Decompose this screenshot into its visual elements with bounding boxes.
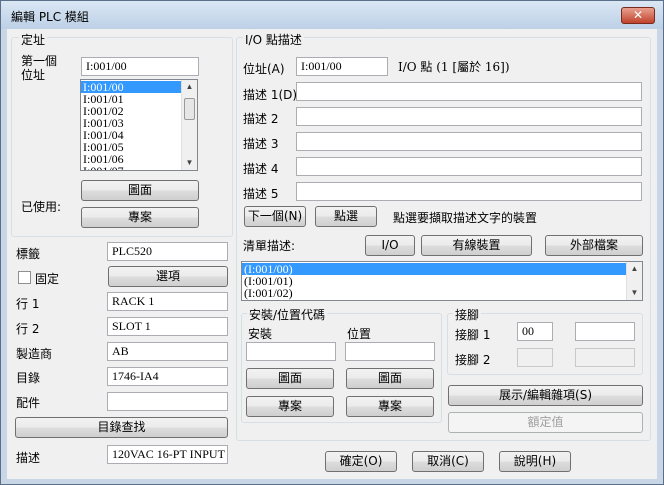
list-item[interactable]: (I:001/00) [242, 263, 642, 275]
desc5-label: 描述 5 [243, 187, 279, 201]
address-listbox[interactable]: I:001/00 I:001/01 I:001/02 I:001/03 I:001/04… [80, 79, 198, 171]
description-label: 描述 [16, 451, 41, 465]
next-button[interactable]: 下一個(N) [244, 206, 306, 227]
accessory-label: 配件 [16, 396, 41, 410]
external-file-button[interactable]: 外部檔案 [545, 235, 643, 256]
install-label: 安裝 [248, 327, 273, 341]
tag-field[interactable]: PLC520 [107, 242, 228, 261]
window-title: 編輯 PLC 模組 [11, 10, 89, 24]
location-project-button[interactable]: 專案 [346, 396, 434, 417]
row1-label: 行 1 [16, 297, 40, 311]
pick-hint: 點選要擷取描述文字的裝置 [393, 211, 538, 225]
desc3-label: 描述 3 [243, 137, 279, 151]
cancel-button[interactable]: 取消(C) [412, 451, 484, 472]
manufacturer-field[interactable]: AB [107, 342, 228, 361]
pin2-extra-field [575, 348, 635, 367]
list-description-label: 清單描述: [243, 239, 296, 253]
address-group-title: 定址 [19, 31, 48, 48]
list-item[interactable]: (I:001/02) [242, 287, 642, 299]
accessory-field[interactable] [107, 392, 228, 411]
pick-button[interactable]: 點選 [315, 206, 377, 227]
title-bar: 編輯 PLC 模組 ✕ [1, 1, 663, 29]
row1-field[interactable]: RACK 1 [107, 292, 228, 311]
catalog-field[interactable]: 1746-IA4 [107, 367, 228, 386]
desc3-field[interactable] [296, 132, 642, 151]
pin2-field [517, 348, 553, 367]
scroll-up-icon[interactable]: ▲ [182, 80, 197, 94]
install-drawing-button[interactable]: 圖面 [246, 368, 334, 389]
desc2-field[interactable] [296, 107, 642, 126]
pin1-label: 接腳 1 [455, 328, 491, 342]
wired-device-button[interactable]: 有線裝置 [421, 235, 532, 256]
list-item[interactable]: I:001/07 [81, 165, 197, 170]
location-field[interactable] [345, 342, 435, 361]
io-address-field[interactable]: I:001/00 [296, 57, 388, 76]
scroll-down-icon[interactable]: ▼ [627, 286, 642, 300]
io-description-listbox[interactable]: (I:001/00) (I:001/01) (I:001/02) ▲ ▼ [241, 261, 643, 301]
io-address-label: 位址(A) [243, 62, 285, 76]
dialog-window: 編輯 PLC 模組 ✕ 定址 第一個 位址 I:001/00 I:001/00 I… [0, 0, 664, 485]
used-label: 已使用: [21, 200, 62, 214]
row2-label: 行 2 [16, 322, 40, 336]
misc-edit-button[interactable]: 展示/編輯雜項(S) [448, 385, 643, 406]
catalog-lookup-button[interactable]: 目錄查找 [15, 417, 228, 438]
close-button[interactable]: ✕ [621, 7, 655, 24]
rating-button: 額定值 [448, 412, 643, 433]
location-label: 位置 [347, 327, 372, 341]
io-point-group-title: I/O 點描述 [243, 31, 304, 48]
io-button[interactable]: I/O [365, 235, 415, 256]
install-location-group-title: 安裝/位置代碼 [247, 306, 328, 323]
pin-group-title: 接腳 [453, 306, 482, 323]
description-field[interactable]: 120VAC 16-PT INPUT [107, 445, 228, 464]
first-address-label: 第一個 位址 [21, 54, 58, 82]
io-point-info: I/O 點 (1 [屬於 16]) [398, 60, 510, 74]
pin2-label: 接腳 2 [455, 353, 491, 367]
fixed-checkbox[interactable] [18, 271, 31, 284]
list-item[interactable]: (I:001/01) [242, 275, 642, 287]
ok-button[interactable]: 確定(O) [325, 451, 397, 472]
manufacturer-label: 製造商 [16, 347, 53, 361]
io-list-scrollbar[interactable]: ▲ ▼ [626, 262, 642, 300]
scroll-thumb[interactable] [184, 98, 195, 120]
desc1-label: 描述 1(D) [243, 88, 298, 102]
desc5-field[interactable] [296, 182, 642, 201]
desc1-field[interactable] [296, 82, 642, 101]
catalog-label: 目錄 [16, 371, 41, 385]
tag-label: 標籤 [16, 247, 41, 261]
install-project-button[interactable]: 專案 [246, 396, 334, 417]
fixed-label: 固定 [35, 272, 60, 286]
location-drawing-button[interactable]: 圖面 [346, 368, 434, 389]
scroll-up-icon[interactable]: ▲ [627, 262, 642, 276]
help-button[interactable]: 說明(H) [499, 451, 571, 472]
desc4-field[interactable] [296, 157, 642, 176]
options-button[interactable]: 選項 [108, 266, 228, 287]
desc2-label: 描述 2 [243, 112, 279, 126]
address-project-button[interactable]: 專案 [81, 207, 199, 228]
dialog-body: 定址 第一個 位址 I:001/00 I:001/00 I:001/01 I:001… [7, 29, 657, 479]
scroll-down-icon[interactable]: ▼ [182, 156, 197, 170]
install-field[interactable] [246, 342, 336, 361]
pin1-extra-field[interactable] [575, 322, 635, 341]
pin1-field[interactable]: 00 [517, 322, 553, 341]
first-address-field[interactable]: I:001/00 [81, 57, 199, 76]
address-drawing-button[interactable]: 圖面 [81, 180, 199, 201]
address-list-scrollbar[interactable]: ▲ ▼ [181, 80, 197, 170]
desc4-label: 描述 4 [243, 162, 279, 176]
row2-field[interactable]: SLOT 1 [107, 317, 228, 336]
